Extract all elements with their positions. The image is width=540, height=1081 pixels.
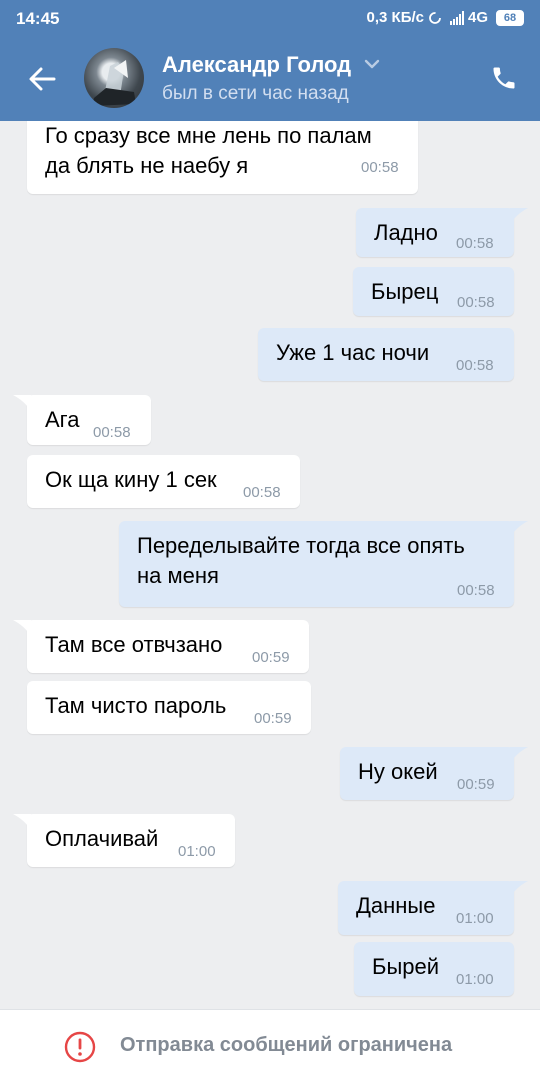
message-line: да блять не наебу я <box>45 153 249 178</box>
message-time: 00:59 <box>254 710 292 727</box>
sync-icon <box>429 11 441 24</box>
message-line: Уже 1 час ночи <box>276 340 430 365</box>
warning-icon <box>64 1031 96 1063</box>
message-time: 01:00 <box>456 910 494 927</box>
message-line: Ну окей <box>358 759 438 784</box>
incoming-message[interactable]: Там все отвчзано 00:59 <box>27 620 309 673</box>
message-line: Оплачивай <box>45 826 159 851</box>
message-time: 01:00 <box>456 971 494 988</box>
message-line: Ладно <box>374 220 438 245</box>
message-time: 00:59 <box>252 649 290 666</box>
chat-header: 14:45 0,3 КБ/с 4G 68 Александр Голод был… <box>0 0 540 121</box>
outgoing-message[interactable]: Бырец 00:58 <box>353 267 514 316</box>
incoming-message[interactable]: Ага 00:58 <box>27 395 151 445</box>
message-text: Уже 1 час ночи <box>276 338 429 368</box>
bubble-tail <box>510 881 528 897</box>
avatar[interactable] <box>84 48 144 108</box>
incoming-message[interactable]: Ок ща кину 1 сек 00:58 <box>27 455 300 508</box>
bubble-tail <box>510 521 528 537</box>
message-text: Го сразу все мне лень по палам да блять н… <box>45 121 372 181</box>
message-time: 00:58 <box>457 582 495 599</box>
outgoing-message[interactable]: Ну окей 00:59 <box>340 747 514 800</box>
input-restricted-bar: Отправка сообщений ограничена <box>0 1009 540 1081</box>
status-bar: 14:45 0,3 КБ/с 4G 68 <box>0 0 540 38</box>
message-line: Данные <box>356 893 436 918</box>
message-text: Ок ща кину 1 сек <box>45 465 217 495</box>
chevron-down-icon[interactable] <box>364 58 380 70</box>
battery-icon: 68 <box>496 9 524 26</box>
status-time: 14:45 <box>16 9 60 28</box>
message-text: Там все отвчзано <box>45 630 222 660</box>
message-text: Оплачивай <box>45 824 158 854</box>
incoming-message[interactable]: Там чисто пароль 00:59 <box>27 681 311 734</box>
bubble-tail <box>13 620 31 636</box>
status-right: 0,3 КБ/с 4G 68 <box>367 9 524 26</box>
contact-name[interactable]: Александр Голод <box>162 52 351 78</box>
message-line: Го сразу все мне лень по палам <box>45 123 372 148</box>
message-time: 00:58 <box>456 235 494 252</box>
message-text: Бырец <box>371 277 438 307</box>
message-line: Там чисто пароль <box>45 693 227 718</box>
message-text: Ладно <box>374 218 438 248</box>
bubble-tail <box>510 208 528 224</box>
message-time: 00:59 <box>457 776 495 793</box>
message-time: 00:58 <box>456 357 494 374</box>
message-text: Ну окей <box>358 757 438 787</box>
last-seen-status: был в сети час назад <box>162 83 349 104</box>
message-text: Данные <box>356 891 435 921</box>
message-time: 01:00 <box>178 843 216 860</box>
message-time: 00:58 <box>243 484 281 501</box>
bubble-tail <box>13 814 31 830</box>
outgoing-message[interactable]: Данные 01:00 <box>338 881 514 935</box>
restriction-notice: Отправка сообщений ограничена <box>120 1034 453 1056</box>
message-time: 00:58 <box>361 159 399 176</box>
message-line: Ок ща кину 1 сек <box>45 467 217 492</box>
incoming-message[interactable]: Го сразу все мне лень по палам да блять н… <box>27 121 418 194</box>
outgoing-message[interactable]: Переделывайте тогда все опять на меня 00:5… <box>119 521 514 607</box>
network-type: 4G <box>467 9 488 26</box>
message-line: Бырей <box>372 954 440 979</box>
network-speed: 0,3 КБ/с <box>366 9 424 26</box>
message-text: Бырей <box>372 952 439 982</box>
message-line: на меня <box>137 563 219 588</box>
message-line: Ага <box>45 407 80 432</box>
message-time: 00:58 <box>93 424 131 441</box>
outgoing-message[interactable]: Ладно 00:58 <box>356 208 514 257</box>
message-line: Бырец <box>371 279 439 304</box>
message-line: Там все отвчзано <box>45 632 223 657</box>
outgoing-message[interactable]: Бырей 01:00 <box>354 942 514 996</box>
message-line: Переделывайте тогда все опять <box>137 533 465 558</box>
outgoing-message[interactable]: Уже 1 час ночи 00:58 <box>258 328 514 381</box>
avatar-image <box>92 60 136 106</box>
message-list[interactable]: Го сразу все мне лень по палам да блять н… <box>0 121 540 1009</box>
bubble-tail <box>13 395 31 411</box>
message-text: Переделывайте тогда все опять на меня <box>137 531 465 591</box>
phone-icon[interactable] <box>490 63 518 93</box>
message-time: 00:58 <box>457 294 495 311</box>
signal-icon <box>449 10 464 25</box>
message-text: Ага <box>45 405 79 435</box>
bubble-tail <box>510 747 528 763</box>
incoming-message[interactable]: Оплачивай 01:00 <box>27 814 235 867</box>
message-text: Там чисто пароль <box>45 691 226 721</box>
back-arrow-icon[interactable] <box>26 63 58 95</box>
